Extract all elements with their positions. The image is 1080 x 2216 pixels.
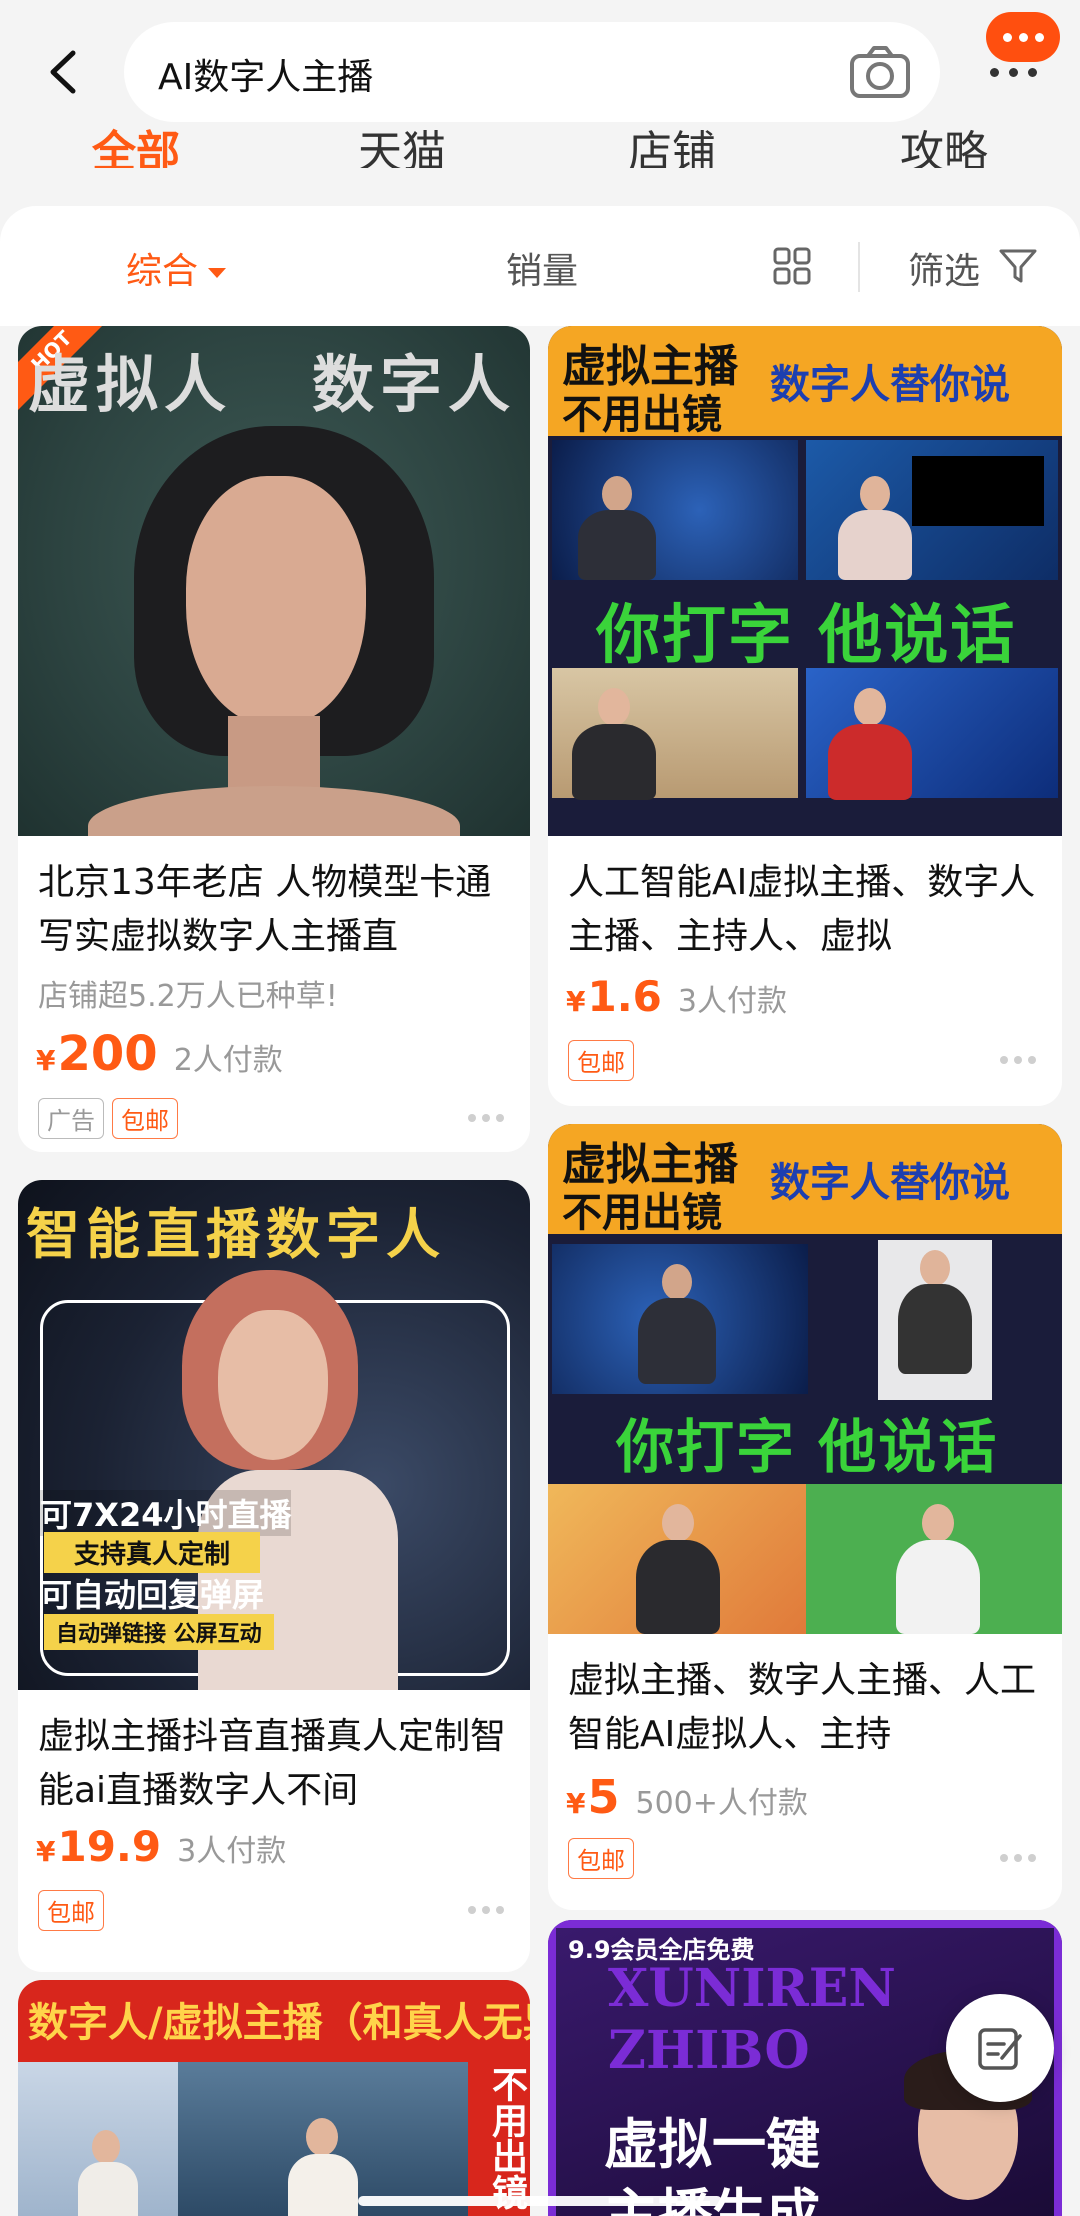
more-dot-icon — [1034, 32, 1044, 42]
poster-text: 虚拟人 — [28, 348, 233, 421]
poster-text: 数字人替你说 — [770, 362, 1010, 408]
card-more-icon[interactable] — [1000, 1056, 1036, 1064]
chevron-left-icon — [50, 50, 76, 94]
tab-all[interactable]: 全部 — [92, 116, 180, 168]
card-more-icon[interactable] — [468, 1906, 504, 1914]
price: 200 — [57, 1026, 158, 1082]
search-query: AI数字人主播 — [158, 57, 374, 98]
poster-text: 不用出镜 — [562, 1190, 722, 1236]
model-face — [186, 476, 366, 726]
product-title[interactable]: 虚拟主播抖音直播真人定制智能ai直播数字人不间 — [38, 1710, 518, 1818]
ad-tag: 广告 — [38, 1098, 104, 1139]
product-image[interactable]: 数字人/虚拟主播（和真人无异 不用出镜 — [18, 1980, 530, 2216]
sort-filter-bar: 综合 销量 筛选 — [0, 206, 1080, 326]
product-image[interactable]: 虚拟主播 不用出镜 数字人替你说 你打字 他说话 — [548, 1124, 1062, 1634]
tab-tmall[interactable]: 天猫 — [358, 116, 446, 168]
product-image[interactable]: 虚拟主播 不用出镜 数字人替你说 你打字 他说话 — [548, 326, 1062, 836]
product-card[interactable]: HOT 虚拟人 数字人 北京13年老店 人物模型卡通写实虚拟数字人主播直 店铺超… — [18, 326, 530, 1152]
paid-count: 3人付款 — [177, 1834, 287, 1869]
poster-text: 支持真人定制 — [44, 1532, 261, 1573]
currency: ¥ — [36, 1835, 56, 1868]
card-more-icon[interactable] — [1000, 1854, 1036, 1862]
poster-text: 可自动回复弹屏 — [40, 1576, 265, 1614]
divider — [858, 242, 860, 292]
product-image[interactable]: 智能直播数字人 可7X24小时直播 支持真人定制 可自动回复弹屏 自动弹链接 公… — [18, 1180, 530, 1690]
tag-row: 包邮 — [568, 1838, 634, 1879]
card-more-icon[interactable] — [468, 1114, 504, 1122]
paid-count: 500+人付款 — [635, 1786, 808, 1821]
tag-row: 广告 包邮 — [38, 1098, 178, 1139]
poster-text: ZHIBO — [608, 2020, 810, 2081]
poster-text: 数字人/虚拟主播（和真人无异 — [28, 2000, 530, 2046]
top-header: AI数字人主播 全部 天猫 店铺 攻略 — [0, 0, 1080, 205]
more-dot-icon — [1002, 32, 1012, 42]
free-shipping-tag: 包邮 — [112, 1098, 178, 1139]
poster-text: 你打字 他说话 — [596, 599, 1017, 673]
back-button[interactable] — [34, 40, 90, 104]
grid-view-icon[interactable] — [772, 246, 812, 286]
more-dot-icon — [1018, 32, 1028, 42]
model-face — [218, 1310, 328, 1460]
currency: ¥ — [566, 1787, 586, 1820]
funnel-icon[interactable] — [998, 246, 1038, 286]
poster-text: 数字人 — [312, 348, 517, 421]
more-dots-icon — [990, 68, 1037, 77]
store-note: 店铺超5.2万人已种草! — [38, 979, 338, 1014]
price-row: ¥ 200 2人付款 — [36, 1026, 283, 1082]
camera-icon — [850, 46, 910, 98]
tab-stores[interactable]: 店铺 — [628, 116, 716, 168]
price: 1.6 — [587, 972, 662, 1021]
paid-count: 2人付款 — [173, 1043, 283, 1078]
product-card[interactable]: 虚拟主播 不用出镜 数字人替你说 你打字 他说话 人工智能AI虚拟主播、数字人主… — [548, 326, 1062, 1106]
product-title[interactable]: 人工智能AI虚拟主播、数字人主播、主持人、虚拟 — [568, 856, 1048, 964]
caret-down-icon — [208, 268, 227, 278]
model-shoulders — [88, 786, 460, 836]
filter-button[interactable]: 筛选 — [908, 242, 980, 294]
product-card[interactable]: 数字人/虚拟主播（和真人无异 不用出镜 — [18, 1980, 530, 2216]
poster-text: 不用出镜 — [486, 2066, 527, 2210]
category-tabs: 全部 天猫 店铺 攻略 — [0, 108, 1080, 168]
price: 19.9 — [57, 1822, 162, 1871]
free-shipping-tag: 包邮 — [568, 1040, 634, 1081]
product-title[interactable]: 北京13年老店 人物模型卡通写实虚拟数字人主播直 — [38, 856, 518, 964]
free-shipping-tag: 包邮 — [568, 1838, 634, 1879]
sort-comprehensive-label: 综合 — [126, 251, 199, 292]
paid-count: 3人付款 — [677, 984, 787, 1019]
poster-text: 虚拟一键 — [604, 2113, 820, 2176]
price-row: ¥ 1.6 3人付款 — [566, 972, 787, 1021]
product-image[interactable]: HOT 虚拟人 数字人 — [18, 326, 530, 836]
poster-text: 你打字 他说话 — [616, 1413, 999, 1481]
currency: ¥ — [566, 985, 586, 1018]
tag-row: 包邮 — [568, 1040, 634, 1081]
poster-text: 数字人替你说 — [770, 1160, 1010, 1206]
poster-text: 智能直播数字人 — [26, 1202, 446, 1266]
product-title[interactable]: 虚拟主播、数字人主播、人工智能AI虚拟人、主持 — [568, 1654, 1048, 1762]
more-menu-button[interactable] — [986, 12, 1060, 62]
sort-comprehensive[interactable]: 综合 — [126, 242, 227, 294]
tag-row: 包邮 — [38, 1890, 104, 1931]
scene-panel — [912, 456, 1044, 526]
search-input[interactable]: AI数字人主播 — [124, 22, 940, 122]
tab-guides[interactable]: 攻略 — [900, 116, 988, 168]
poster-text: 主播生成 — [604, 2183, 820, 2216]
currency: ¥ — [36, 1044, 56, 1077]
product-card[interactable]: 虚拟主播 不用出镜 数字人替你说 你打字 他说话 虚拟主播、数字人主播、人工智能… — [548, 1124, 1062, 1910]
product-card[interactable]: 智能直播数字人 可7X24小时直播 支持真人定制 可自动回复弹屏 自动弹链接 公… — [18, 1180, 530, 1972]
poster-text: 不用出镜 — [562, 392, 722, 438]
home-indicator[interactable] — [358, 2196, 722, 2206]
poster-text: XUNIREN — [608, 1958, 896, 2019]
edit-fab[interactable] — [946, 1994, 1054, 2102]
camera-search-button[interactable] — [848, 42, 912, 102]
poster-text: 自动弹链接 公屏互动 — [44, 1614, 274, 1650]
poster-text: 可7X24小时直播 — [40, 1490, 292, 1536]
note-edit-icon — [978, 2028, 1022, 2070]
price: 5 — [587, 1770, 620, 1824]
price-row: ¥ 19.9 3人付款 — [36, 1822, 286, 1871]
price-row: ¥ 5 500+人付款 — [566, 1770, 808, 1824]
sort-sales[interactable]: 销量 — [506, 242, 578, 294]
free-shipping-tag: 包邮 — [38, 1890, 104, 1931]
